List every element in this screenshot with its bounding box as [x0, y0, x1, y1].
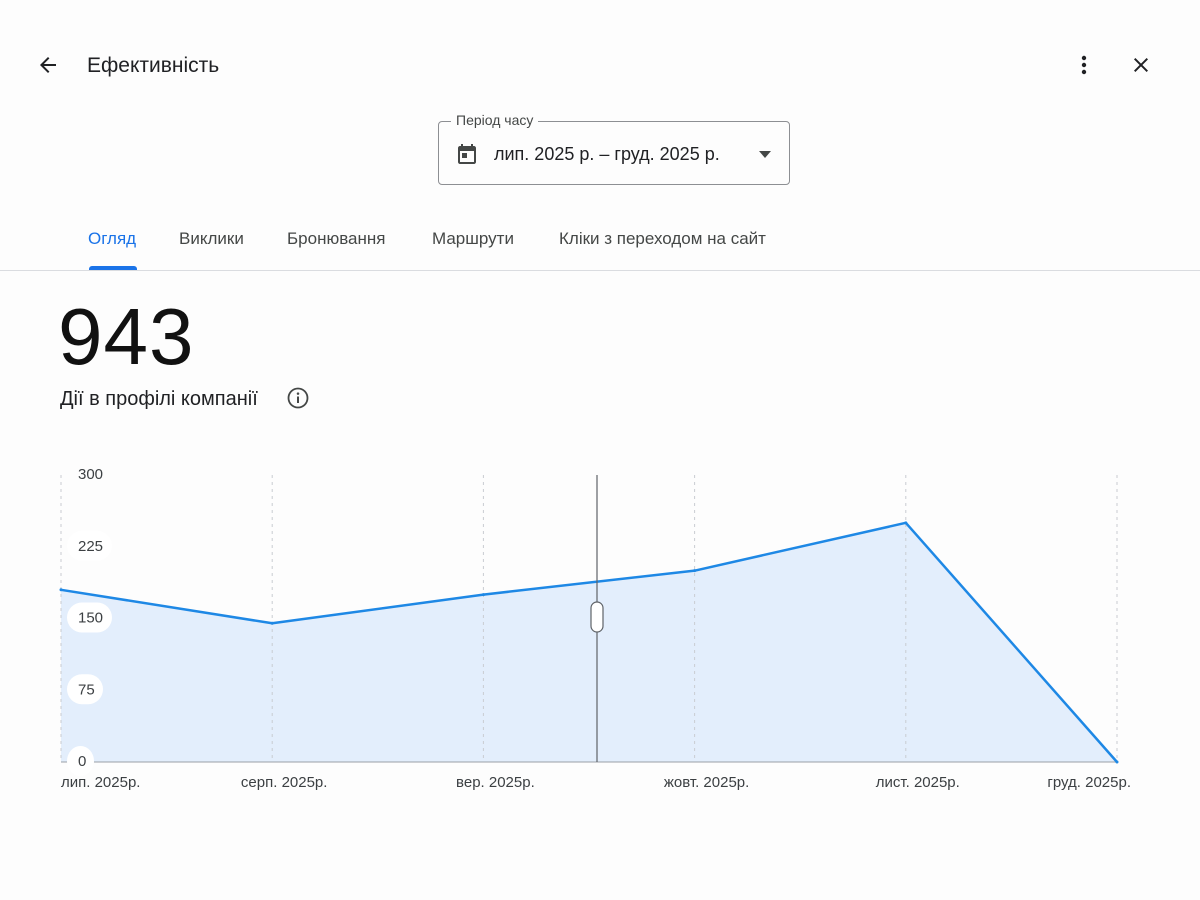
x-tick-label: вер. 2025р.: [456, 774, 535, 791]
tabs-divider: [0, 270, 1200, 271]
data-point-1: [270, 621, 274, 625]
x-tick-label: серп. 2025р.: [241, 774, 328, 791]
arrow-back-icon: [40, 57, 56, 73]
actions-chart[interactable]: 300 225 150 75 0 лип. 2025р. серп. 2025р. вер. …: [0, 440, 1200, 800]
data-point-3: [693, 569, 697, 573]
tab-calls[interactable]: Виклики: [179, 229, 244, 249]
close-button[interactable]: [1121, 45, 1161, 85]
info-icon[interactable]: [286, 386, 310, 410]
tab-bar: Огляд Виклики Бронювання Маршрути Кліки …: [0, 210, 1200, 270]
time-period-label: Період часу: [451, 112, 539, 128]
time-period-value: лип. 2025 р. – груд. 2025 р.: [494, 144, 720, 164]
y-tick-label: 150: [78, 610, 103, 627]
series-area: [61, 522, 1117, 762]
back-button[interactable]: [28, 45, 68, 85]
page-title: Ефективність: [87, 54, 220, 77]
tab-overview[interactable]: Огляд: [88, 229, 136, 249]
metric-label: Дії в профілі компанії: [60, 388, 258, 410]
data-point-2: [481, 593, 485, 597]
data-point-4: [904, 521, 908, 525]
total-actions-value: 943: [58, 292, 195, 381]
y-tick-label: 225: [78, 538, 103, 555]
tab-website-clicks[interactable]: Кліки з переходом на сайт: [559, 229, 766, 249]
x-tick-label: жовт. 2025р.: [664, 774, 749, 791]
more-options-button[interactable]: [1064, 45, 1104, 85]
tab-bookings[interactable]: Бронювання: [287, 229, 385, 249]
more-vert-icon: [1081, 55, 1087, 75]
x-tick-label: лип. 2025р.: [61, 774, 140, 791]
y-tick-label: 0: [78, 753, 86, 770]
y-tick-label: 75: [78, 681, 95, 698]
tab-directions[interactable]: Маршрути: [432, 229, 514, 249]
chart-cursor-handle[interactable]: [590, 601, 604, 633]
close-icon: [1134, 58, 1148, 72]
data-point-0: [59, 588, 63, 592]
calendar-icon: [458, 144, 476, 164]
data-point-5: [1115, 760, 1119, 764]
x-tick-label: лист. 2025р.: [876, 774, 960, 791]
y-tick-label: 300: [78, 466, 103, 483]
time-period-select[interactable]: Період часу лип. 2025 р. – груд. 2025 р.: [438, 112, 790, 185]
app-header: Ефективність Період часу лип. 2025 р. – …: [0, 0, 1200, 185]
x-tick-label: груд. 2025р.: [1047, 774, 1131, 791]
arrow-drop-down-icon: [759, 151, 771, 158]
